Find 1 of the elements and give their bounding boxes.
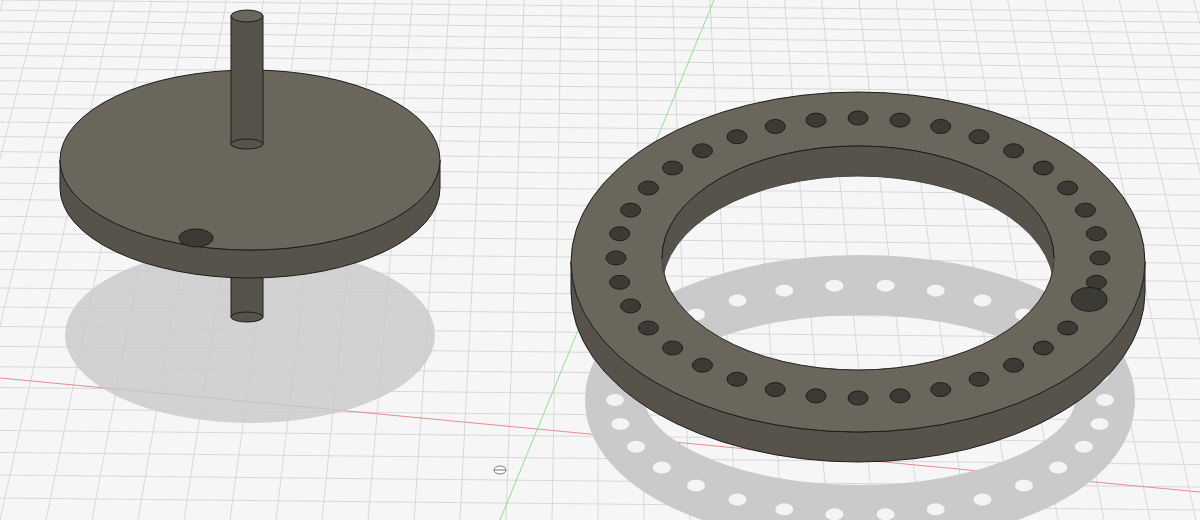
origin-icon <box>493 465 507 475</box>
